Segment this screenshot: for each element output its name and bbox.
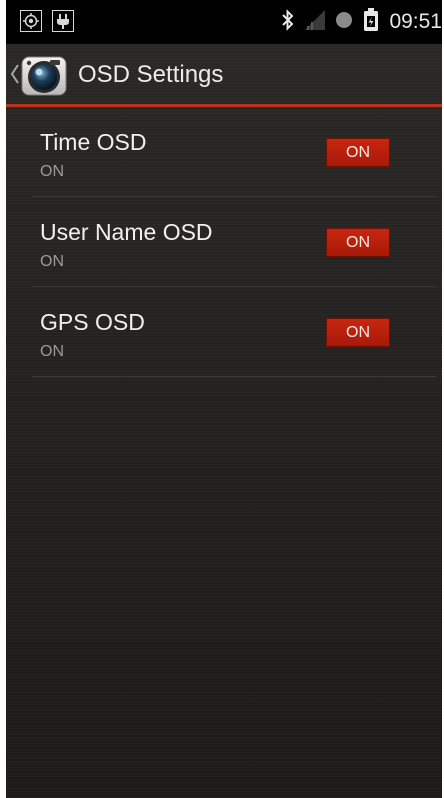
status-bar: 09:51: [6, 0, 442, 44]
setting-row-gps-osd[interactable]: GPS OSD ON ON: [6, 287, 442, 377]
toggle-gps-osd[interactable]: ON: [326, 318, 390, 347]
status-notifications: [20, 10, 74, 32]
status-indicators: 09:51: [281, 0, 442, 44]
action-bar[interactable]: OSD Settings: [6, 44, 442, 106]
setting-row-user-name-osd[interactable]: User Name OSD ON ON: [6, 197, 442, 287]
setting-title: Time OSD: [40, 129, 147, 155]
phone-screen: 09:51 OSD Settings Time OSD ON ON User N…: [6, 0, 442, 798]
setting-summary: ON: [40, 253, 64, 270]
setting-row-time-osd[interactable]: Time OSD ON ON: [6, 107, 442, 197]
back-chevron-icon[interactable]: [10, 63, 20, 90]
camera-app-icon[interactable]: [20, 51, 68, 99]
sync-dot-icon: [335, 11, 353, 34]
setting-summary: ON: [40, 163, 64, 180]
setting-summary: ON: [40, 343, 64, 360]
signal-icon: [305, 9, 326, 35]
toggle-time-osd[interactable]: ON: [326, 138, 390, 167]
setting-title: GPS OSD: [40, 309, 145, 335]
location-target-icon: [20, 10, 42, 32]
list-divider: [32, 376, 436, 377]
page-title: OSD Settings: [78, 61, 224, 88]
settings-list: Time OSD ON ON User Name OSD ON ON GPS O…: [6, 107, 442, 377]
battery-icon: [363, 7, 379, 37]
usb-plug-icon: [52, 10, 74, 32]
bluetooth-icon: [281, 8, 295, 36]
setting-title: User Name OSD: [40, 219, 213, 245]
status-clock: 09:51: [389, 10, 442, 33]
toggle-user-name-osd[interactable]: ON: [326, 228, 390, 257]
